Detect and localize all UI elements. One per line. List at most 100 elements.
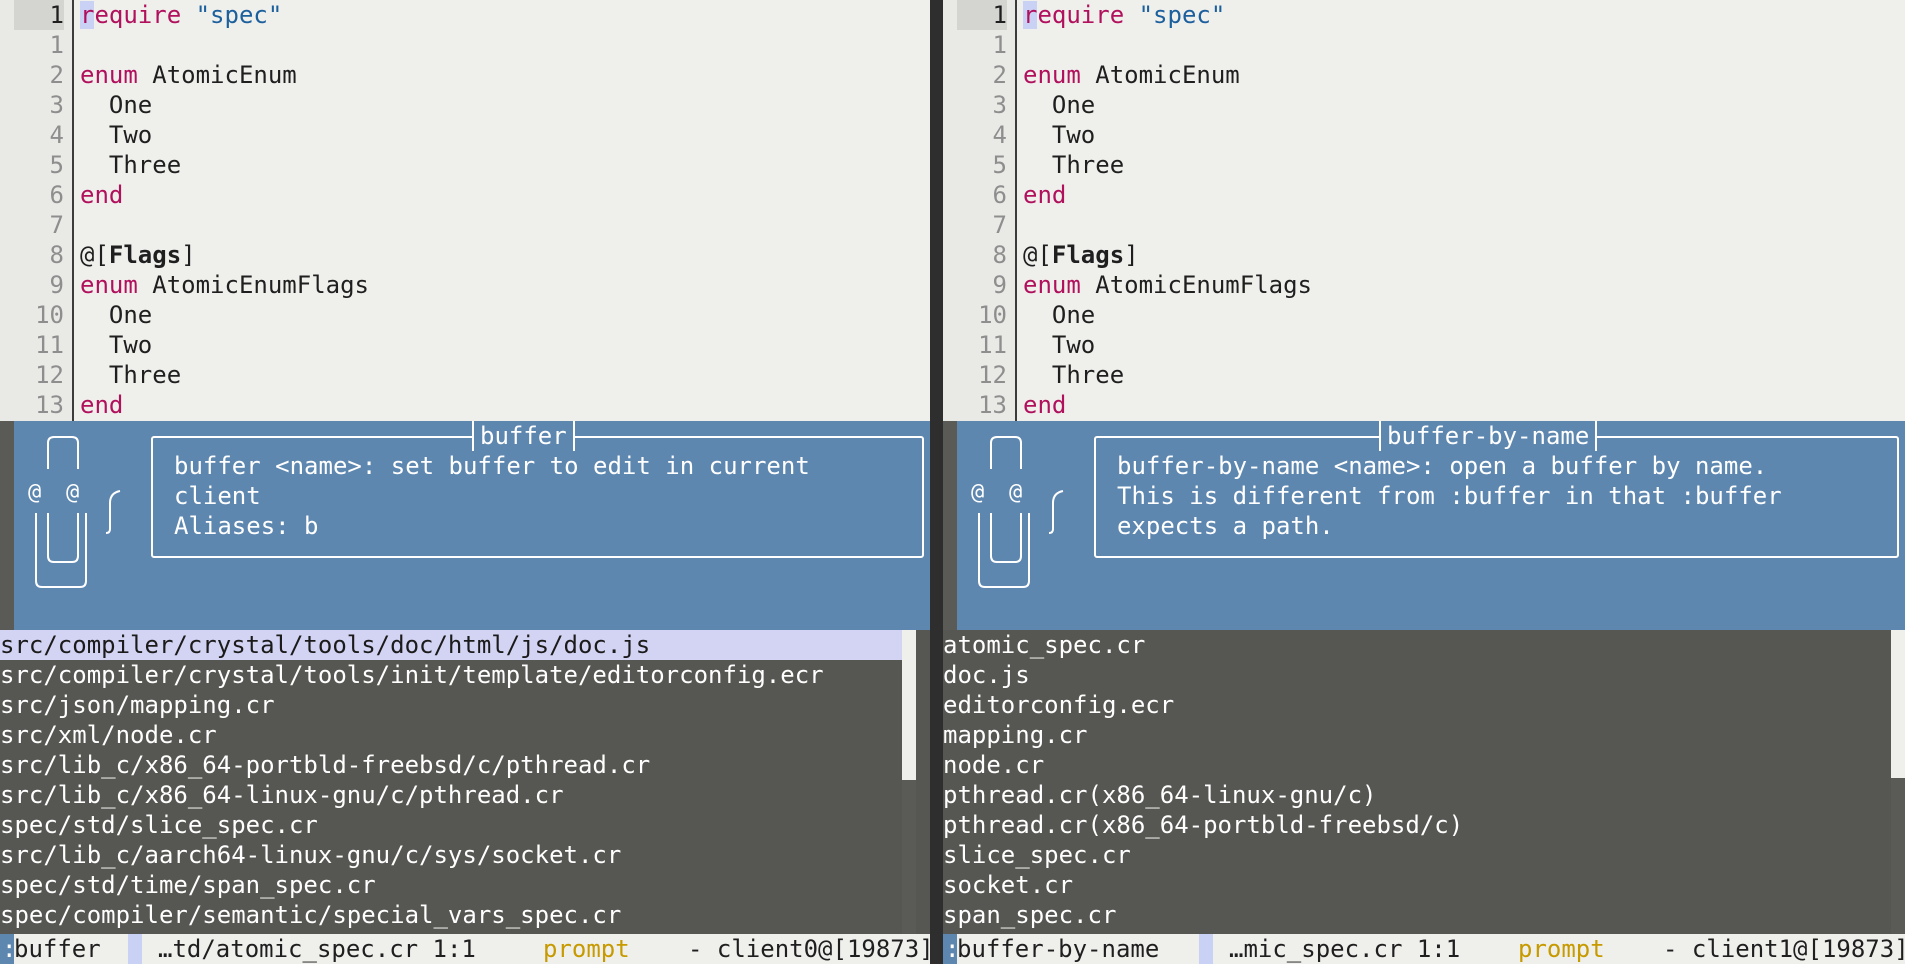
- code-text: enum AtomicEnum: [80, 61, 297, 89]
- code-text: Three: [80, 361, 182, 389]
- code-text: Two: [1023, 121, 1096, 149]
- code-text: One: [1023, 91, 1096, 119]
- code-text: @[Flags]: [1023, 241, 1139, 269]
- line-number: 8: [49, 241, 64, 269]
- completion-item[interactable]: doc.js: [943, 660, 1891, 690]
- line-number: 5: [49, 151, 64, 179]
- code-text: One: [80, 91, 153, 119]
- command-line-input[interactable]: buffer: [14, 934, 101, 964]
- status-file: …td/atomic_spec.cr 1:1: [158, 935, 476, 963]
- code-text: Three: [80, 151, 182, 179]
- code-text: require "spec": [1023, 1, 1226, 29]
- code-text: @[Flags]: [80, 241, 196, 269]
- code-text: enum AtomicEnumFlags: [1023, 271, 1312, 299]
- completion-item[interactable]: slice_spec.cr: [943, 840, 1891, 870]
- line-number: 1: [14, 0, 64, 30]
- info-popup: @ @ buffer-by-name buffer-by-name <name>…: [957, 421, 1905, 630]
- line-number: 1: [992, 31, 1007, 59]
- clippy-icon: @ @: [971, 436, 1064, 588]
- completion-item[interactable]: src/compiler/crystal/tools/doc/html/js/d…: [0, 630, 902, 660]
- line-number: 9: [992, 271, 1007, 299]
- completion-item[interactable]: editorconfig.ecr: [943, 690, 1891, 720]
- menu-scrollbar-thumb[interactable]: [902, 630, 916, 780]
- status-separator: [128, 934, 142, 964]
- line-number: 3: [992, 91, 1007, 119]
- completion-item[interactable]: src/compiler/crystal/tools/init/template…: [0, 660, 902, 690]
- right-client-pane: 1 require "spec" 1 2 enum AtomicEnum 3 One 4 T…: [943, 0, 1905, 964]
- completion-item[interactable]: src/lib_c/aarch64-linux-gnu/c/sys/socket…: [0, 840, 902, 870]
- status-client: - client1@[19873]: [1663, 935, 1905, 963]
- line-number: 3: [49, 91, 64, 119]
- status-prompt: prompt: [1518, 935, 1605, 963]
- line-number: 7: [49, 211, 64, 239]
- completion-item[interactable]: spec/std/slice_spec.cr: [0, 810, 902, 840]
- line-number: 4: [992, 121, 1007, 149]
- line-number: 7: [992, 211, 1007, 239]
- code-text: Three: [1023, 361, 1125, 389]
- svg-text:@: @: [971, 480, 984, 505]
- code-text: One: [80, 301, 153, 329]
- svg-text:@: @: [66, 480, 79, 505]
- completion-item[interactable]: src/xml/node.cr: [0, 720, 902, 750]
- info-text: buffer <name>: set buffer to edit in cur…: [174, 452, 810, 540]
- line-number: 10: [978, 301, 1007, 329]
- menu-scrollbar-thumb[interactable]: [1891, 630, 1905, 778]
- completion-item[interactable]: atomic_spec.cr: [943, 630, 1891, 660]
- gutter-separator: [72, 0, 74, 421]
- code-text: One: [1023, 301, 1096, 329]
- pane-divider: [930, 0, 943, 964]
- line-number: 6: [49, 181, 64, 209]
- line-number: 5: [992, 151, 1007, 179]
- completion-item[interactable]: src/lib_c/x86_64-portbld-freebsd/c/pthre…: [0, 750, 902, 780]
- svg-text:@: @: [28, 480, 41, 505]
- code-text: end: [80, 391, 124, 419]
- info-text: buffer-by-name <name>: open a buffer by …: [1117, 452, 1782, 540]
- completion-item[interactable]: spec/compiler/semantic/special_vars_spec…: [0, 900, 902, 930]
- code-text: end: [1023, 181, 1067, 209]
- status-separator: [1199, 934, 1213, 964]
- left-client-pane: 1 require "spec" 1 2 enum AtomicEnum 3 One 4 T…: [0, 0, 930, 964]
- line-number: 2: [992, 61, 1007, 89]
- completion-item[interactable]: pthread.cr(x86_64-portbld-freebsd/c): [943, 810, 1891, 840]
- completion-menu[interactable]: atomic_spec.cr doc.js editorconfig.ecr mapp…: [943, 630, 1905, 934]
- completion-item[interactable]: src/lib_c/x86_64-linux-gnu/c/pthread.cr: [0, 780, 902, 810]
- line-number: 13: [35, 391, 64, 419]
- code-editor[interactable]: 1 require "spec" 1 2 enum AtomicEnum 3 One 4 T…: [0, 0, 930, 421]
- completion-item[interactable]: src/json/mapping.cr: [0, 690, 902, 720]
- line-number: 10: [35, 301, 64, 329]
- clippy-icon: @ @: [28, 436, 121, 588]
- completion-item[interactable]: node.cr: [943, 750, 1891, 780]
- status-line: : buffer …td/atomic_spec.cr 1:1 prompt -…: [0, 934, 930, 964]
- status-file: …mic_spec.cr 1:1: [1229, 935, 1461, 963]
- completion-item[interactable]: pthread.cr(x86_64-linux-gnu/c): [943, 780, 1891, 810]
- line-number: 9: [49, 271, 64, 299]
- completion-item[interactable]: mapping.cr: [943, 720, 1891, 750]
- line-number: 13: [978, 391, 1007, 419]
- info-title: buffer: [472, 421, 575, 451]
- line-number: 11: [978, 331, 1007, 359]
- info-popup: @ @ buffer buffer <name>: set buffer to …: [14, 421, 930, 630]
- code-text: enum AtomicEnumFlags: [80, 271, 369, 299]
- line-number: 6: [992, 181, 1007, 209]
- code-text: Two: [1023, 331, 1096, 359]
- line-number: 1: [49, 31, 64, 59]
- svg-text:@: @: [1009, 480, 1022, 505]
- code-text: Two: [80, 121, 153, 149]
- status-line: : buffer-by-name …mic_spec.cr 1:1 prompt…: [943, 934, 1905, 964]
- status-prompt: prompt: [543, 935, 630, 963]
- line-number: 12: [35, 361, 64, 389]
- completion-item[interactable]: socket.cr: [943, 870, 1891, 900]
- line-number: 12: [978, 361, 1007, 389]
- completion-item[interactable]: spec/std/time/span_spec.cr: [0, 870, 902, 900]
- code-text: end: [1023, 391, 1067, 419]
- completion-item[interactable]: span_spec.cr: [943, 900, 1891, 930]
- code-editor[interactable]: 1 require "spec" 1 2 enum AtomicEnum 3 One 4 T…: [943, 0, 1905, 421]
- status-client: - client0@[19873]: [688, 935, 930, 963]
- completion-menu[interactable]: src/compiler/crystal/tools/doc/html/js/d…: [0, 630, 930, 934]
- code-text: require "spec": [80, 1, 283, 29]
- info-title: buffer-by-name: [1379, 421, 1598, 451]
- line-number: 2: [49, 61, 64, 89]
- line-number: 8: [992, 241, 1007, 269]
- line-number: 11: [35, 331, 64, 359]
- command-line-input[interactable]: buffer-by-name: [957, 934, 1160, 964]
